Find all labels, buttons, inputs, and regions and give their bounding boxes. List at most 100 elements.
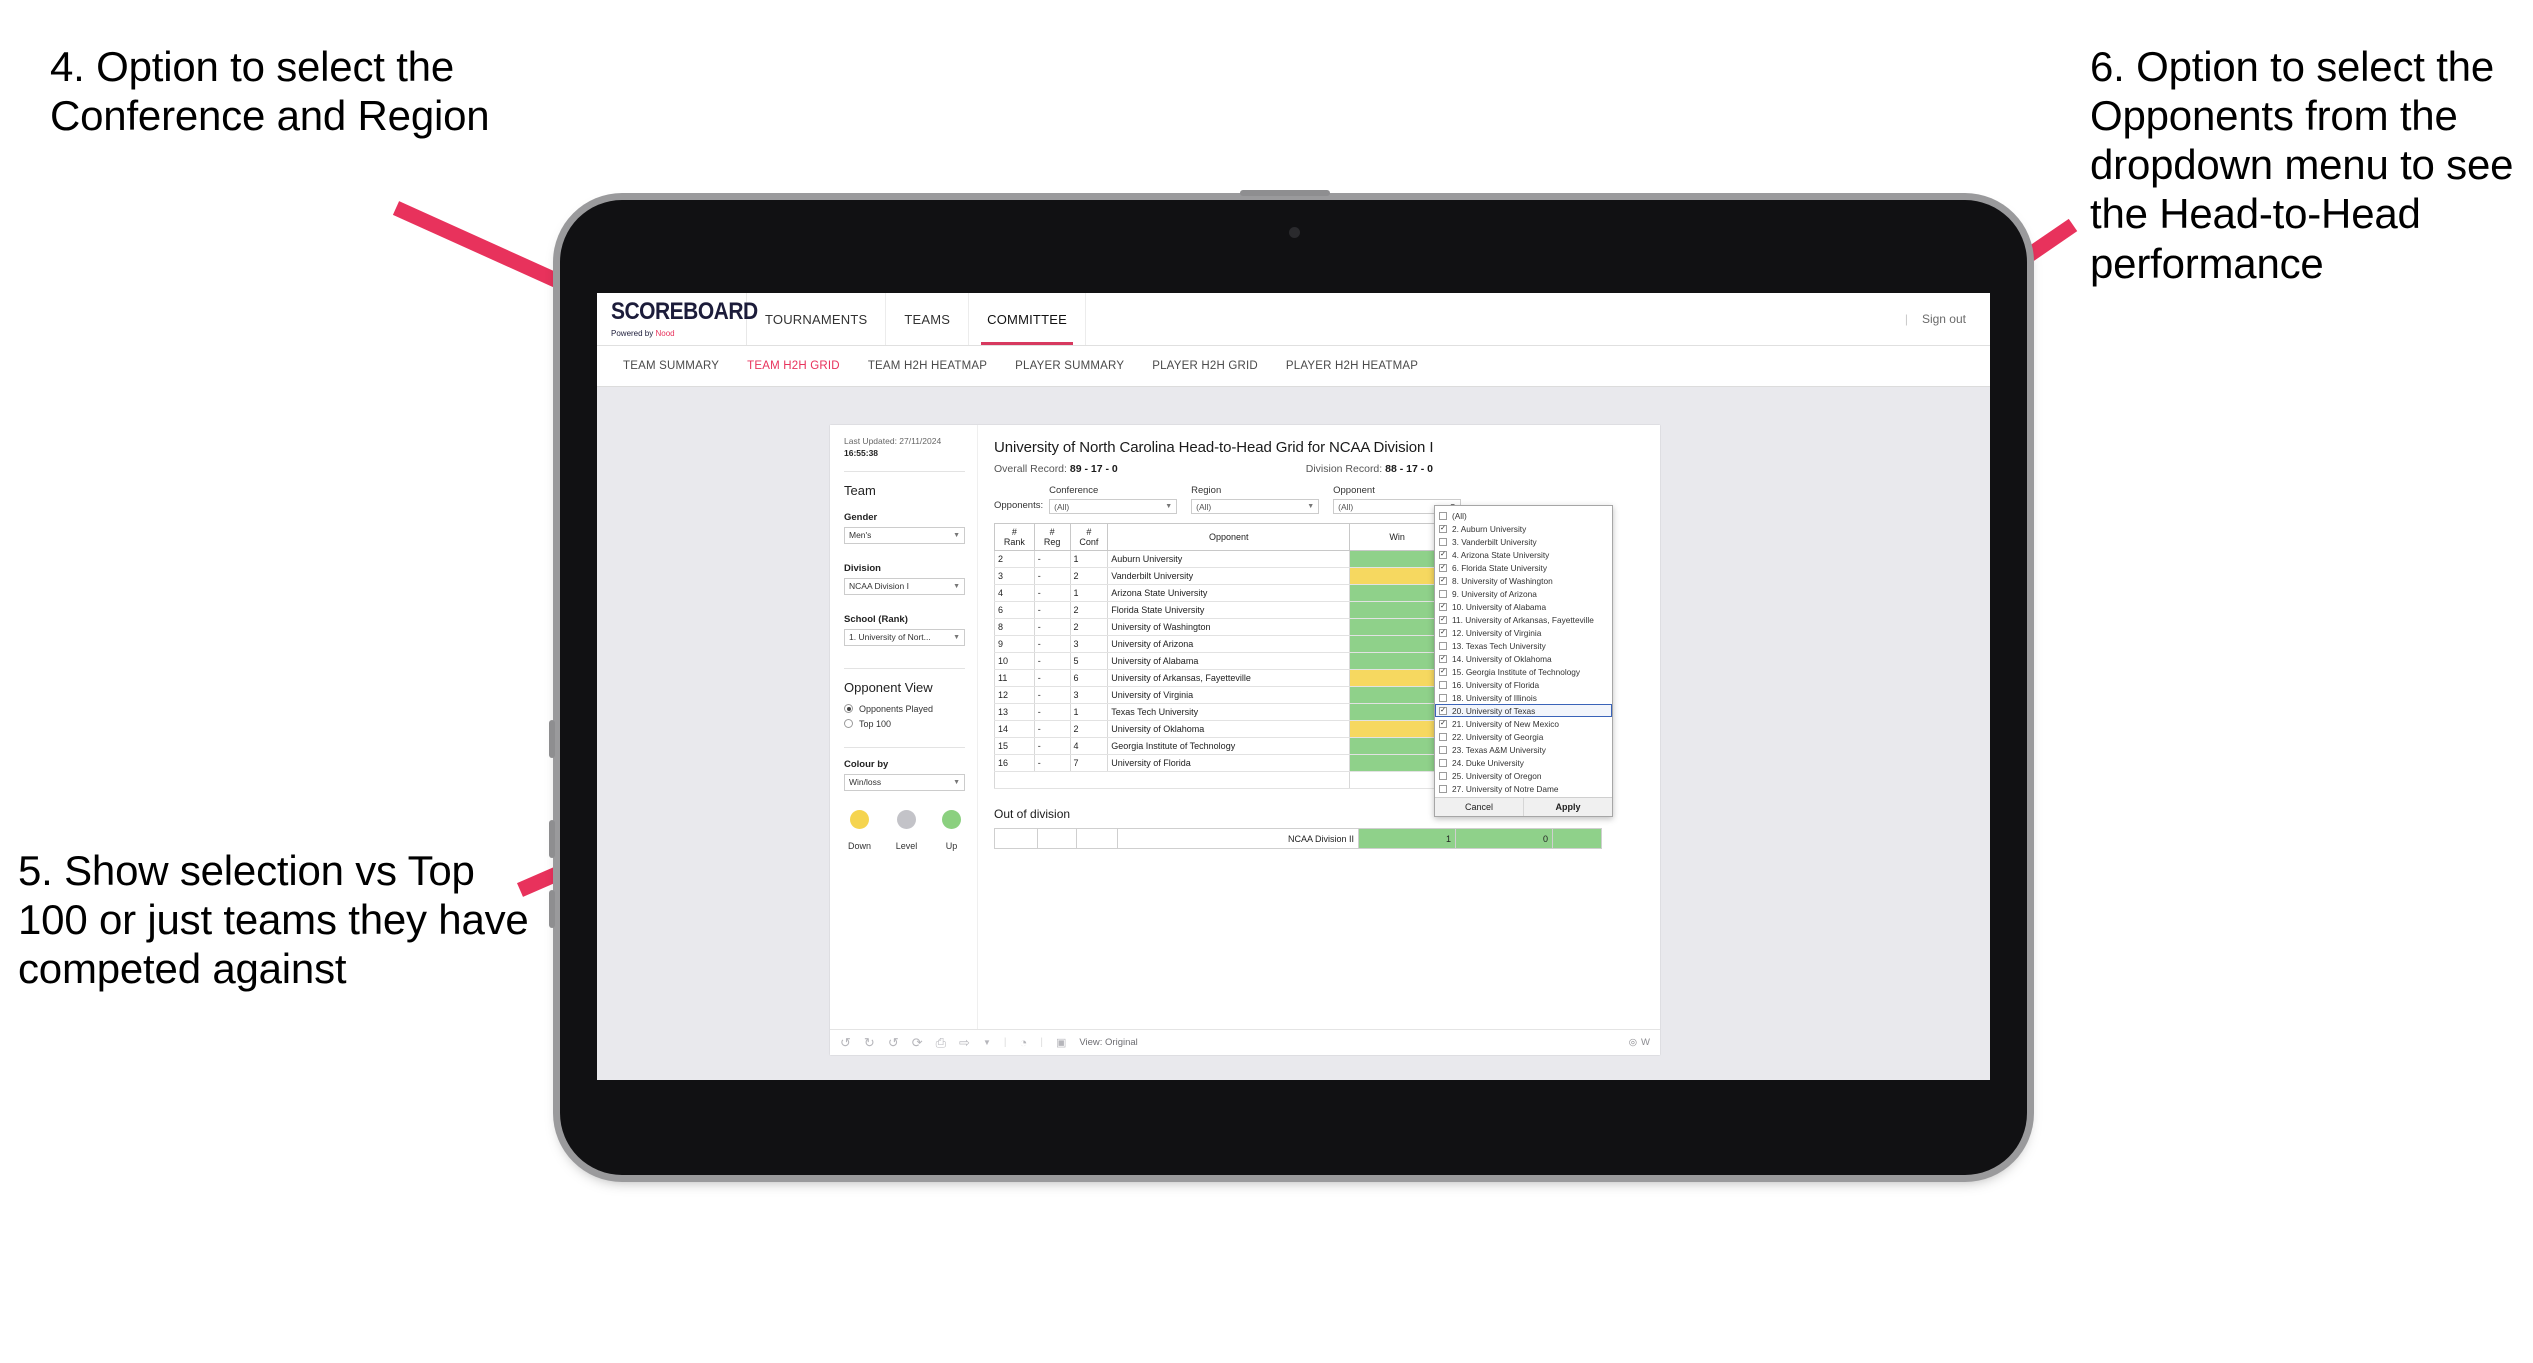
- checkbox-icon[interactable]: [1439, 680, 1447, 689]
- opponent-list-item[interactable]: 16. University of Florida: [1435, 678, 1612, 691]
- volume-up-button[interactable]: [549, 820, 555, 858]
- conference-select[interactable]: (All) ▼: [1049, 499, 1178, 514]
- checkbox-icon[interactable]: ✓: [1439, 628, 1447, 637]
- division-select[interactable]: NCAA Division I ▼: [844, 577, 965, 595]
- subnav-player-h2h-grid[interactable]: PLAYER H2H GRID: [1138, 360, 1272, 372]
- checkbox-icon[interactable]: ✓: [1439, 719, 1447, 728]
- subnav-player-h2h-heatmap[interactable]: PLAYER H2H HEATMAP: [1272, 360, 1432, 372]
- subnav-player-summary[interactable]: PLAYER SUMMARY: [1001, 360, 1138, 372]
- separator: |: [1904, 312, 1908, 326]
- subnav-team-summary[interactable]: TEAM SUMMARY: [609, 360, 733, 372]
- checkbox-icon[interactable]: ✓: [1439, 667, 1447, 676]
- opponent-list-item[interactable]: ✓ 4. Arizona State University: [1435, 548, 1612, 561]
- tablet-device: SCOREBOARD Powered by Nood TOURNAMENTS T…: [549, 190, 2027, 1175]
- opponent-list-item[interactable]: 13. Texas Tech University: [1435, 639, 1612, 652]
- checkbox-icon[interactable]: ✓: [1439, 706, 1447, 715]
- opponent-list-item[interactable]: ✓ 8. University of Washington: [1435, 574, 1612, 587]
- school-select[interactable]: 1. University of Nort... ▼: [844, 628, 965, 646]
- nav-tournaments[interactable]: TOURNAMENTS: [747, 293, 887, 345]
- checkbox-icon[interactable]: [1439, 511, 1447, 520]
- cell-reg: -: [1033, 686, 1071, 704]
- radio-top-100[interactable]: Top 100: [844, 719, 965, 729]
- undo-icon[interactable]: ↺: [840, 1035, 851, 1051]
- history-icon[interactable]: ◔: [1019, 1035, 1027, 1050]
- table-row[interactable]: NCAA Division II 1 0: [994, 828, 1602, 849]
- share-icon[interactable]: ⇨: [959, 1035, 970, 1051]
- subnav-team-h2h-heatmap[interactable]: TEAM H2H HEATMAP: [854, 360, 1001, 372]
- cancel-button[interactable]: Cancel: [1435, 798, 1523, 816]
- region-select[interactable]: (All) ▼: [1191, 499, 1320, 514]
- apply-button[interactable]: Apply: [1523, 798, 1612, 816]
- cell-win: 3: [1349, 652, 1446, 670]
- opponent-list-item[interactable]: 9. University of Arizona: [1435, 587, 1612, 600]
- opponent-dropdown[interactable]: (All) ✓ 2. Auburn University 3. Vanderbilt …: [1434, 505, 1613, 817]
- opponent-list-item[interactable]: ✓ 6. Florida State University: [1435, 561, 1612, 574]
- power-button[interactable]: [549, 720, 555, 758]
- col-opponent[interactable]: Opponent: [1107, 523, 1351, 551]
- pause-icon[interactable]: ⎙: [936, 1035, 946, 1051]
- opponent-list-item[interactable]: 3. Vanderbilt University: [1435, 535, 1612, 548]
- checkbox-icon[interactable]: [1439, 758, 1447, 767]
- checkbox-icon[interactable]: ✓: [1439, 550, 1447, 559]
- opponent-view-heading: Opponent View: [844, 679, 933, 695]
- checkbox-icon[interactable]: [1439, 641, 1447, 650]
- cell-rank: 16: [994, 754, 1035, 772]
- nav-committee[interactable]: COMMITTEE: [969, 293, 1086, 345]
- opponent-list-item[interactable]: ✓ 20. University of Texas: [1435, 704, 1612, 717]
- opponent-list-item[interactable]: ✓ 2. Auburn University: [1435, 522, 1612, 535]
- checkbox-icon[interactable]: ✓: [1439, 576, 1447, 585]
- checkbox-icon[interactable]: [1439, 784, 1447, 793]
- opponent-list-item[interactable]: ✓ 11. University of Arkansas, Fayettevill…: [1435, 613, 1612, 626]
- col-win[interactable]: Win: [1349, 523, 1446, 551]
- opponent-list-item[interactable]: 18. University of Illinois: [1435, 691, 1612, 704]
- opponent-list-item-label: 8. University of Washington: [1452, 575, 1553, 586]
- opponent-list-item[interactable]: ✓ 15. Georgia Institute of Technology: [1435, 665, 1612, 678]
- opponent-list-item[interactable]: 23. Texas A&M University: [1435, 743, 1612, 756]
- gender-select[interactable]: Men's ▼: [844, 526, 965, 544]
- checkbox-icon[interactable]: [1439, 732, 1447, 741]
- checkbox-icon[interactable]: ✓: [1439, 563, 1447, 572]
- checkbox-icon[interactable]: [1439, 589, 1447, 598]
- refresh-icon[interactable]: ⟳: [912, 1035, 923, 1051]
- nav-teams[interactable]: TEAMS: [886, 293, 970, 345]
- opponent-list-item[interactable]: ✓ 21. University of New Mexico: [1435, 717, 1612, 730]
- col-conf[interactable]: # Conf: [1069, 523, 1109, 551]
- checkbox-icon[interactable]: ✓: [1439, 654, 1447, 663]
- opponent-list-item[interactable]: 24. Duke University: [1435, 756, 1612, 769]
- checkbox-icon[interactable]: [1439, 745, 1447, 754]
- cell-win: 1: [1349, 618, 1446, 636]
- checkbox-icon[interactable]: ✓: [1439, 524, 1447, 533]
- revert-icon[interactable]: ↺: [888, 1035, 899, 1051]
- opponent-list-item[interactable]: ✓ 10. University of Alabama: [1435, 600, 1612, 613]
- brand-logo[interactable]: SCOREBOARD Powered by Nood: [597, 293, 758, 345]
- opponent-list[interactable]: (All) ✓ 2. Auburn University 3. Vanderbilt …: [1435, 506, 1612, 797]
- checkbox-icon[interactable]: ✓: [1439, 615, 1447, 624]
- opponent-list-item[interactable]: 22. University of Georgia: [1435, 730, 1612, 743]
- radio-icon: [844, 719, 853, 729]
- opponent-list-item[interactable]: ✓ 12. University of Virginia: [1435, 626, 1612, 639]
- opponent-list-item[interactable]: 25. University of Oregon: [1435, 769, 1612, 782]
- col-reg[interactable]: # Reg: [1033, 523, 1071, 551]
- colour-by-select[interactable]: Win/loss ▼: [844, 773, 965, 791]
- view-label[interactable]: View: Original: [1079, 1037, 1137, 1048]
- checkbox-icon[interactable]: [1439, 771, 1447, 780]
- checkbox-icon[interactable]: [1439, 537, 1447, 546]
- redo-icon[interactable]: ↻: [864, 1035, 875, 1051]
- chevron-down-icon[interactable]: ▼: [983, 1038, 991, 1047]
- radio-opponents-played[interactable]: Opponents Played: [844, 704, 965, 714]
- watch-area[interactable]: ◎ W: [1629, 1037, 1650, 1048]
- col-rank[interactable]: # Rank: [994, 523, 1035, 551]
- gender-label: Gender: [844, 511, 878, 523]
- subnav-team-h2h-grid[interactable]: TEAM H2H GRID: [733, 360, 854, 372]
- top-button[interactable]: [1240, 190, 1330, 196]
- signout-link[interactable]: Sign out: [1922, 312, 1966, 326]
- view-icon[interactable]: ▣: [1056, 1036, 1066, 1049]
- opponent-list-item[interactable]: 27. University of Notre Dame: [1435, 782, 1612, 795]
- checkbox-icon[interactable]: [1439, 693, 1447, 702]
- opponent-list-item[interactable]: (All): [1435, 509, 1612, 522]
- cell-opponent: University of Florida: [1107, 754, 1351, 772]
- volume-down-button[interactable]: [549, 890, 555, 928]
- opponent-list-item[interactable]: ✓ 14. University of Oklahoma: [1435, 652, 1612, 665]
- tablet-screen: SCOREBOARD Powered by Nood TOURNAMENTS T…: [597, 293, 1990, 1080]
- checkbox-icon[interactable]: ✓: [1439, 602, 1447, 611]
